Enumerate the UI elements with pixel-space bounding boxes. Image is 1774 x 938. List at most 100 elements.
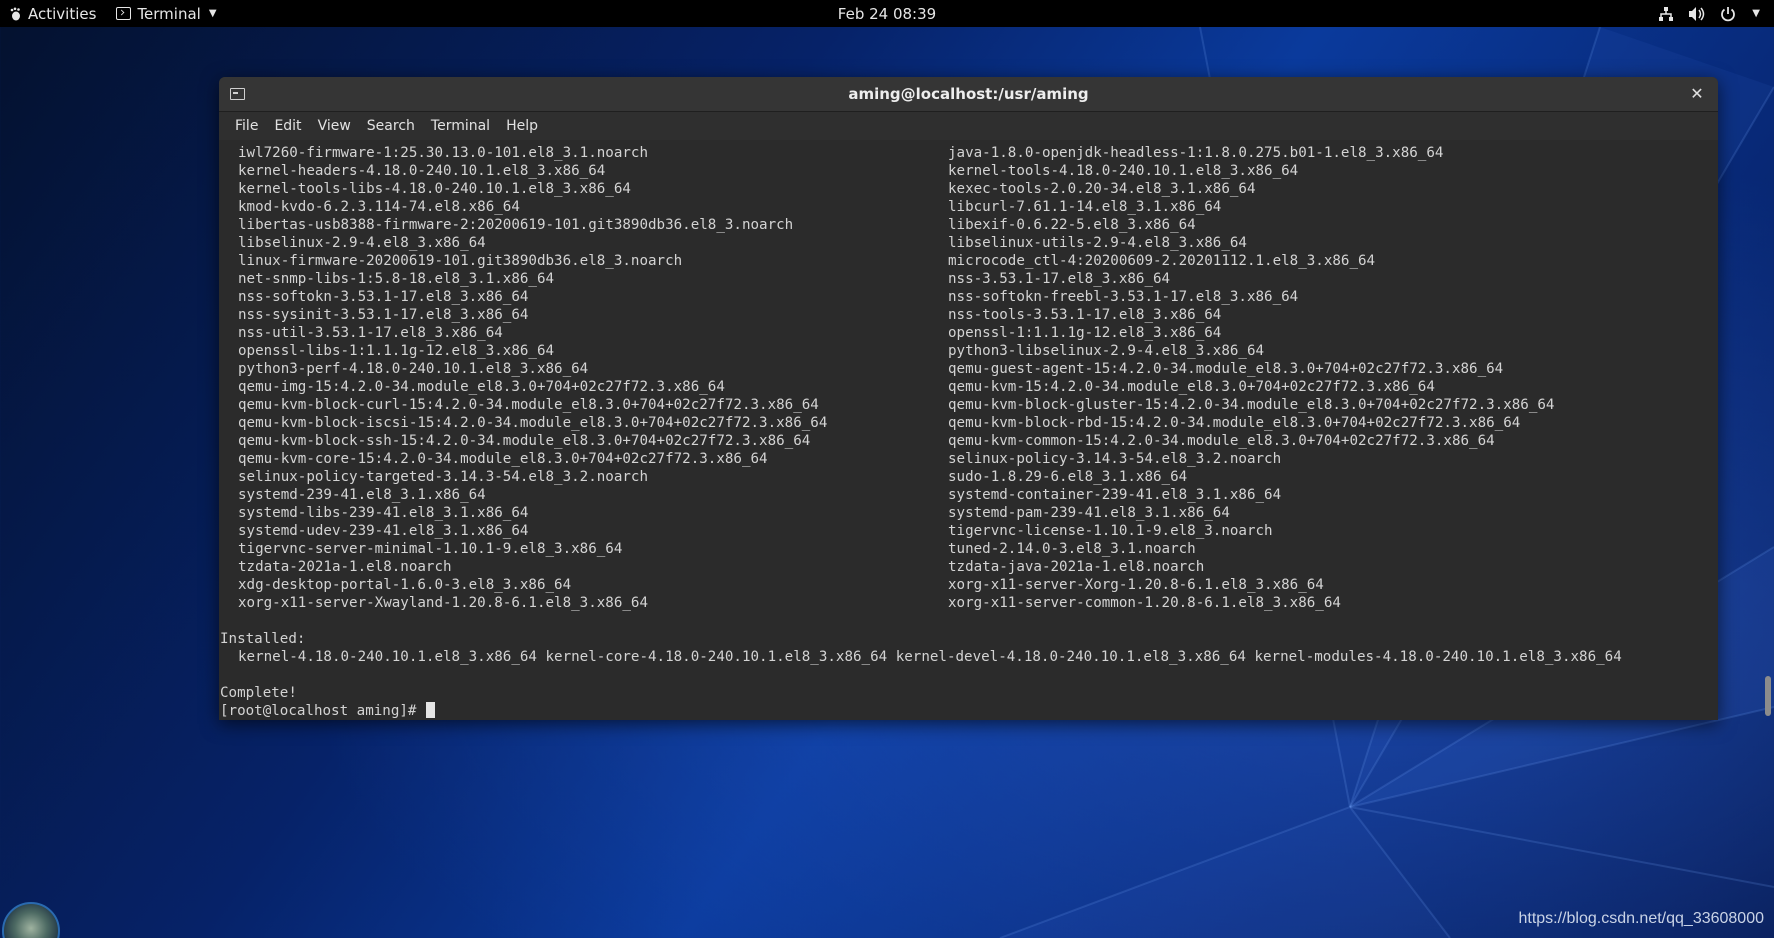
package-right: qemu-kvm-block-rbd-15:4.2.0-34.module_el… [948,415,1521,431]
package-left: selinux-policy-targeted-3.14.3-54.el8_3.… [238,469,648,485]
package-row: qemu-img-15:4.2.0-34.module_el8.3.0+704+… [219,378,1718,396]
installed-packages: kernel-4.18.0-240.10.1.el8_3.x86_64 kern… [238,649,1622,665]
package-left: iwl7260-firmware-1:25.30.13.0-101.el8_3.… [238,145,648,161]
package-left: nss-sysinit-3.53.1-17.el8_3.x86_64 [238,307,529,323]
menu-view[interactable]: View [310,118,359,134]
complete-message: Complete! [220,685,297,701]
package-right: openssl-1:1.1.1g-12.el8_3.x86_64 [948,325,1222,341]
package-right: tigervnc-license-1.10.1-9.el8_3.noarch [948,523,1273,539]
installed-header: Installed: [220,631,306,647]
menu-edit[interactable]: Edit [266,118,309,134]
package-row: tzdata-2021a-1.el8.noarch tzdata-java-202… [219,558,1718,576]
package-row: python3-perf-4.18.0-240.10.1.el8_3.x86_6… [219,360,1718,378]
package-list: iwl7260-firmware-1:25.30.13.0-101.el8_3.… [219,144,1718,612]
package-right: libexif-0.6.22-5.el8_3.x86_64 [948,217,1196,233]
menu-file[interactable]: File [227,118,266,134]
package-row: kernel-headers-4.18.0-240.10.1.el8_3.x86… [219,162,1718,180]
package-right: selinux-policy-3.14.3-54.el8_3.2.noarch [948,451,1282,467]
shell-prompt: [root@localhost aming]# [220,703,425,719]
package-left: tigervnc-server-minimal-1.10.1-9.el8_3.x… [238,541,623,557]
package-row: xdg-desktop-portal-1.6.0-3.el8_3.x86_64 x… [219,576,1718,594]
menu-bar: File Edit View Search Terminal Help [219,112,1718,140]
activities-button[interactable]: Activities [10,5,96,23]
package-left: libselinux-2.9-4.el8_3.x86_64 [238,235,486,251]
package-right: qemu-kvm-common-15:4.2.0-34.module_el8.3… [948,433,1495,449]
package-row: selinux-policy-targeted-3.14.3-54.el8_3.… [219,468,1718,486]
volume-icon[interactable] [1688,6,1706,22]
package-row: qemu-kvm-block-curl-15:4.2.0-34.module_e… [219,396,1718,414]
package-left: xorg-x11-server-Xwayland-1.20.8-6.1.el8_… [238,595,648,611]
clock[interactable]: Feb 24 08:39 [838,5,936,23]
package-left: qemu-kvm-core-15:4.2.0-34.module_el8.3.0… [238,451,768,467]
chevron-down-icon[interactable]: ▼ [1752,8,1760,19]
package-right: python3-libselinux-2.9-4.el8_3.x86_64 [948,343,1265,359]
package-left: qemu-kvm-block-ssh-15:4.2.0-34.module_el… [238,433,811,449]
package-left: systemd-239-41.el8_3.1.x86_64 [238,487,486,503]
close-icon[interactable]: ✕ [1686,83,1708,105]
package-right: systemd-container-239-41.el8_3.1.x86_64 [948,487,1282,503]
package-right: sudo-1.8.29-6.el8_3.1.x86_64 [948,469,1188,485]
menu-search[interactable]: Search [359,118,423,134]
package-right: systemd-pam-239-41.el8_3.1.x86_64 [948,505,1230,521]
shell-prompt-line[interactable]: [root@localhost aming]# [219,702,1718,720]
package-left: systemd-libs-239-41.el8_3.1.x86_64 [238,505,529,521]
package-row: nss-sysinit-3.53.1-17.el8_3.x86_64 nss-to… [219,306,1718,324]
package-right: qemu-kvm-block-gluster-15:4.2.0-34.modul… [948,397,1555,413]
package-left: kmod-kvdo-6.2.3.114-74.el8.x86_64 [238,199,520,215]
package-right: kernel-tools-4.18.0-240.10.1.el8_3.x86_6… [948,163,1299,179]
menu-help[interactable]: Help [498,118,546,134]
package-row: linux-firmware-20200619-101.git3890db36.… [219,252,1718,270]
system-tray[interactable]: ▼ [1658,0,1760,27]
package-row: tigervnc-server-minimal-1.10.1-9.el8_3.x… [219,540,1718,558]
package-right: tuned-2.14.0-3.el8_3.1.noarch [948,541,1196,557]
text-cursor [426,702,435,718]
package-right: tzdata-java-2021a-1.el8.noarch [948,559,1205,575]
menu-terminal[interactable]: Terminal [423,118,498,134]
package-right: nss-tools-3.53.1-17.el8_3.x86_64 [948,307,1222,323]
terminal-output[interactable]: iwl7260-firmware-1:25.30.13.0-101.el8_3.… [219,140,1718,720]
package-right: microcode_ctl-4:20200609-2.20201112.1.el… [948,253,1376,269]
package-left: systemd-udev-239-41.el8_3.1.x86_64 [238,523,529,539]
window-title: aming@localhost:/usr/aming [848,85,1089,103]
package-right: java-1.8.0-openjdk-headless-1:1.8.0.275.… [948,145,1444,161]
package-right: kexec-tools-2.0.20-34.el8_3.1.x86_64 [948,181,1256,197]
app-menu-label: Terminal [137,4,201,23]
package-row: qemu-kvm-block-ssh-15:4.2.0-34.module_el… [219,432,1718,450]
window-titlebar[interactable]: aming@localhost:/usr/aming ✕ [219,77,1718,112]
top-bar: Activities Terminal ▼ Feb 24 08:39 ▼ [0,0,1774,27]
package-right: qemu-kvm-15:4.2.0-34.module_el8.3.0+704+… [948,379,1435,395]
package-row: xorg-x11-server-Xwayland-1.20.8-6.1.el8_… [219,594,1718,612]
package-right: xorg-x11-server-common-1.20.8-6.1.el8_3.… [948,595,1341,611]
package-row: kmod-kvdo-6.2.3.114-74.el8.x86_64 libcurl… [219,198,1718,216]
package-right: qemu-guest-agent-15:4.2.0-34.module_el8.… [948,361,1504,377]
package-row: nss-util-3.53.1-17.el8_3.x86_64 openssl-1… [219,324,1718,342]
package-left: libertas-usb8388-firmware-2:20200619-101… [238,217,794,233]
package-left: xdg-desktop-portal-1.6.0-3.el8_3.x86_64 [238,577,572,593]
package-left: kernel-headers-4.18.0-240.10.1.el8_3.x86… [238,163,606,179]
watermark: https://blog.csdn.net/qq_33608000 [1518,910,1764,927]
terminal-scrollbar[interactable] [1765,676,1771,716]
package-row: kernel-tools-libs-4.18.0-240.10.1.el8_3.… [219,180,1718,198]
package-row: systemd-239-41.el8_3.1.x86_64 systemd-con… [219,486,1718,504]
package-left: python3-perf-4.18.0-240.10.1.el8_3.x86_6… [238,361,589,377]
gnome-foot-icon [10,7,20,20]
package-row: iwl7260-firmware-1:25.30.13.0-101.el8_3.… [219,144,1718,162]
package-left: kernel-tools-libs-4.18.0-240.10.1.el8_3.… [238,181,631,197]
package-row: openssl-libs-1:1.1.1g-12.el8_3.x86_64 pyt… [219,342,1718,360]
terminal-icon [116,7,132,20]
package-row: qemu-kvm-core-15:4.2.0-34.module_el8.3.0… [219,450,1718,468]
app-menu-terminal[interactable]: Terminal ▼ [116,4,217,23]
package-right: libselinux-utils-2.9-4.el8_3.x86_64 [948,235,1247,251]
power-icon[interactable] [1720,6,1736,22]
package-left: nss-util-3.53.1-17.el8_3.x86_64 [238,325,503,341]
package-row: nss-softokn-3.53.1-17.el8_3.x86_64 nss-so… [219,288,1718,306]
package-left: qemu-kvm-block-iscsi-15:4.2.0-34.module_… [238,415,828,431]
terminal-window[interactable]: aming@localhost:/usr/aming ✕ File Edit V… [219,77,1718,720]
package-right: xorg-x11-server-Xorg-1.20.8-6.1.el8_3.x8… [948,577,1324,593]
network-icon[interactable] [1658,6,1674,22]
chevron-down-icon: ▼ [208,8,217,19]
package-left: qemu-kvm-block-curl-15:4.2.0-34.module_e… [238,397,819,413]
activities-label: Activities [28,4,97,23]
package-row: systemd-libs-239-41.el8_3.1.x86_64 system… [219,504,1718,522]
package-left: qemu-img-15:4.2.0-34.module_el8.3.0+704+… [238,379,725,395]
